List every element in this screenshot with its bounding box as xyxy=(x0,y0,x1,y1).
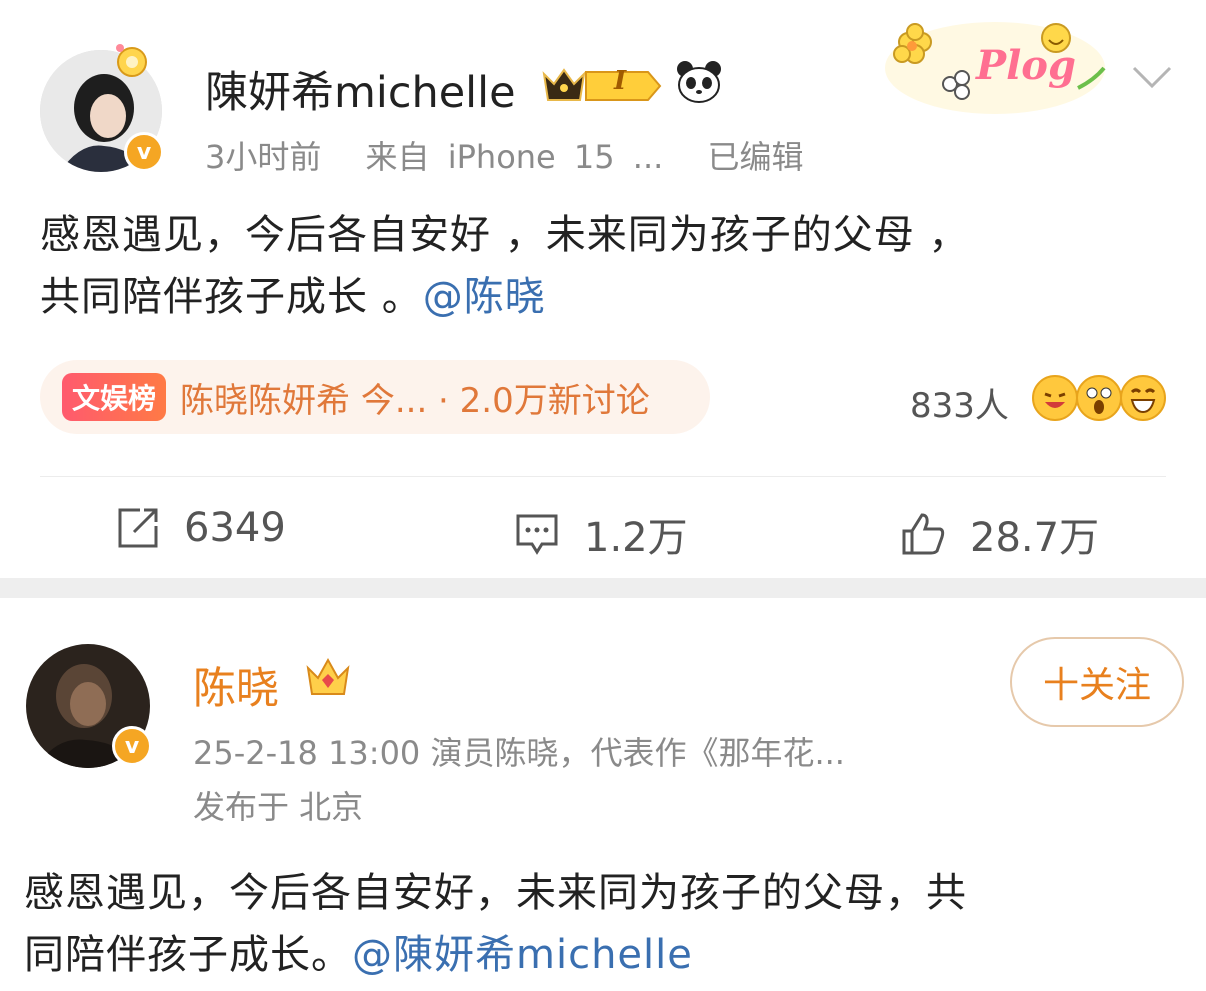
post-separator xyxy=(0,578,1206,598)
trending-topic-text: 陈晓陈妍希 今... · 2.0万新讨论 xyxy=(180,380,650,421)
entertainment-ranking-tag: 文娱榜 xyxy=(62,373,167,421)
chevron-down-icon[interactable] xyxy=(1130,62,1174,96)
avatar-decoration-icon xyxy=(110,40,154,80)
post-card-1: v 陳妍希michelle I 3小时前 来自 iPhone 15 ... 已编… xyxy=(0,0,1206,578)
trending-topic-pill[interactable]: 文娱榜 陈晓陈妍希 今... · 2.0万新讨论 xyxy=(40,360,710,434)
plog-sticker-text: Plog xyxy=(976,42,1076,89)
like-count: 28.7万 xyxy=(970,515,1100,561)
post-meta: 3小时前 来自 iPhone 15 ... 已编辑 xyxy=(205,132,830,178)
mention-link[interactable]: @陈晓 xyxy=(423,274,546,320)
follow-button[interactable]: 十关注 xyxy=(1010,637,1184,727)
divider xyxy=(40,476,1166,477)
comment-count: 1.2万 xyxy=(584,515,688,561)
post-text: 感恩遇见，今后各自安好 ，未来同为孩子的父母 ， 共同陪伴孩子成长 。@陈晓 xyxy=(40,204,1170,328)
verified-badge-icon: v xyxy=(112,726,152,766)
laughing-emoji-icon xyxy=(1032,375,1078,421)
comment-button[interactable]: 1.2万 xyxy=(514,505,688,563)
thumbs-up-icon xyxy=(902,513,945,555)
grinning-emoji-icon xyxy=(1120,375,1166,421)
post-location: 发布于 北京 xyxy=(193,788,364,826)
post-text-line-2: 同陪伴孩子成长。 xyxy=(24,932,352,978)
username[interactable]: 陳妍希michelle xyxy=(205,58,516,120)
post-source[interactable]: 来自 iPhone 15 ... xyxy=(366,138,664,176)
like-button[interactable]: 28.7万 xyxy=(900,505,1099,563)
plog-sticker: Plog xyxy=(880,18,1110,118)
verified-badge-icon: v xyxy=(124,132,164,172)
surprised-emoji-icon xyxy=(1076,375,1122,421)
username[interactable]: 陈晓 xyxy=(193,654,279,716)
crown-icon xyxy=(304,654,352,702)
panda-icon xyxy=(676,60,722,108)
post-text-line-2: 共同陪伴孩子成长 。 xyxy=(40,274,423,320)
post-text-line-1: 感恩遇见，今后各自安好，未来同为孩子的父母，共 xyxy=(24,870,967,916)
reaction-people-count[interactable]: 833人 xyxy=(910,378,1009,427)
post-text: 感恩遇见，今后各自安好，未来同为孩子的父母，共 同陪伴孩子成长。@陳妍希mich… xyxy=(24,862,1184,986)
comment-icon xyxy=(516,514,558,555)
post-text-line-1: 感恩遇见，今后各自安好 ，未来同为孩子的父母 ， xyxy=(40,212,970,258)
repost-icon xyxy=(118,508,158,548)
mention-link[interactable]: @陳妍希michelle xyxy=(352,932,693,978)
crown-level-badge: I xyxy=(540,62,664,106)
post-meta-line-1: 25-2-18 13:00 演员陈晓，代表作《那年花... xyxy=(193,734,845,772)
repost-count: 6349 xyxy=(184,505,286,551)
repost-button[interactable]: 6349 xyxy=(116,505,286,551)
level-badge-label: I xyxy=(614,66,627,96)
edited-label[interactable]: 已编辑 xyxy=(708,138,804,176)
post-time: 3小时前 xyxy=(205,138,322,176)
